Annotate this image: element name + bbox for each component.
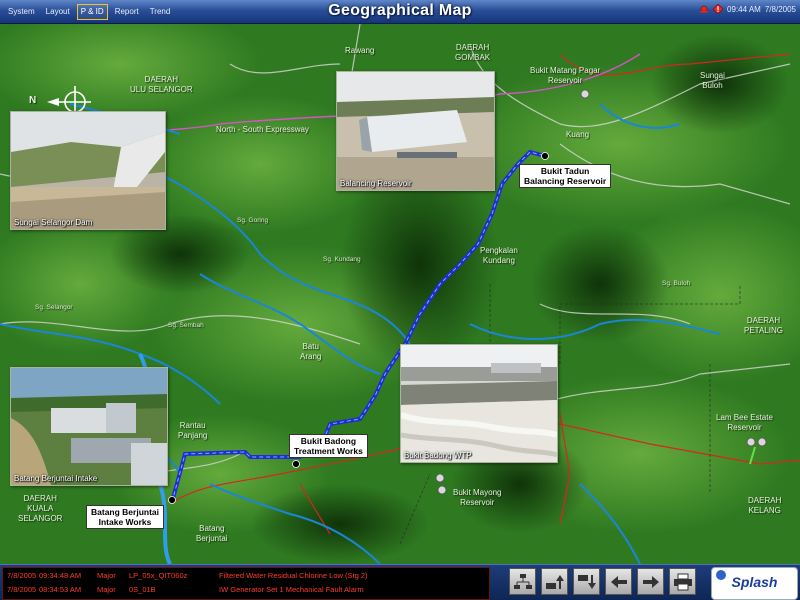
place-kuang: Kuang (566, 130, 590, 139)
bukit-badong-marker[interactable] (292, 460, 300, 468)
river-goring-label: Sg. Goring (237, 217, 269, 224)
area-petaling: DAERAH PETALING (744, 316, 783, 335)
alarm-summary-panel: 7/8/2005 09:34:48 AM Major LP_05x_QIT060… (2, 567, 490, 600)
overview-button[interactable] (509, 568, 536, 595)
alarm-date: 7/8/2005 (7, 571, 37, 580)
alarm-bell-icon[interactable] (699, 4, 709, 14)
sort-down-icon (578, 575, 596, 589)
alarm-tag: LP_05x_QIT060z (129, 571, 188, 580)
place-batu-arang: Batu Arang (300, 342, 322, 361)
place-pengkalan-kundang: Pengkalan Kundang (480, 246, 518, 265)
printer-icon (674, 573, 692, 591)
alarm-tag: 0S_01B (129, 585, 156, 594)
place-sungai-buloh: Sungai Buloh (700, 71, 725, 90)
photo-caption-wtp: Bukit Badong WTP (404, 451, 472, 460)
bukit-tadun-marker[interactable] (541, 152, 549, 160)
forward-button[interactable] (637, 568, 664, 595)
photo-caption-dam: Sungai Selangor Dam (14, 218, 93, 227)
batang-berjuntai-marker[interactable] (168, 496, 176, 504)
place-rantau-panjang: Rantau Panjang (178, 421, 208, 440)
alarm-row[interactable]: 7/8/2005 08:34:53 AM Major 0S_01B IW Gen… (3, 584, 489, 596)
river-buloh-label: Sg. Buloh (662, 280, 691, 287)
river-kundang-label: Sg. Kundang (323, 256, 361, 263)
geographical-map: N DAERAH ULU SELANGOR DAERAH GOMBAK DAER… (0, 24, 800, 564)
station-batang-berjuntai-intake[interactable]: Batang Berjuntai Intake Works (86, 505, 165, 529)
photo-caption-balancing: Balancing Reservoir (340, 179, 412, 188)
photo-sungai-selangor-dam[interactable]: Sungai Selangor Dam (10, 111, 166, 230)
title-bar: System Layout P & ID Report Trend Geogra… (0, 0, 800, 24)
place-rawang: Rawang (345, 46, 375, 55)
photo-caption-intake: Batang Berjuntai Intake (14, 474, 98, 483)
back-button[interactable] (605, 568, 632, 595)
expressway-label: North - South Expressway (216, 125, 309, 134)
label-lam-bee-estate: Lam Bee Estate Reservoir (716, 413, 773, 432)
alarm-priority: Major (97, 585, 116, 594)
page-title: Geographical Map (328, 2, 472, 19)
alarm-date: 7/8/2005 (7, 585, 37, 594)
station-bukit-tadun[interactable]: Bukit Tadun Balancing Reservoir (519, 164, 612, 188)
arrow-right-icon (643, 576, 659, 588)
intake-image (11, 368, 167, 485)
clock-time: 09:44 AM (727, 4, 761, 14)
splash-logo[interactable]: Splash (711, 567, 798, 600)
alarm-priority: Major (97, 571, 116, 580)
label-bukit-mayong: Bukit Mayong Reservoir (453, 488, 502, 507)
clock-date: 7/8/2005 (764, 4, 796, 14)
area-kuala-selangor: DAERAH KUALA SELANGOR (18, 494, 63, 523)
balancing-reservoir-image (337, 72, 494, 190)
place-batang-berjuntai: Batang Berjuntai (196, 524, 228, 543)
river-sembah-label: Sg. Sembah (168, 322, 204, 329)
network-icon (514, 574, 532, 589)
alarm-description: IW Generator Set 1 Mechanical Fault Alar… (219, 585, 364, 594)
photo-batang-berjuntai-intake[interactable]: Batang Berjuntai Intake (10, 367, 168, 486)
alarm-acknowledge-icon[interactable] (713, 4, 724, 14)
photo-balancing-reservoir[interactable]: Balancing Reservoir (336, 71, 495, 191)
photo-bukit-badong-wtp[interactable]: Bukit Badong WTP (400, 344, 558, 463)
trend-down-button[interactable] (573, 568, 600, 595)
trend-up-button[interactable] (541, 568, 568, 595)
area-gombak: DAERAH GOMBAK (455, 43, 491, 62)
alarm-time: 08:34:53 AM (39, 585, 82, 594)
status-area: 09:44 AM 7/8/2005 (699, 4, 796, 14)
alarm-time: 09:34:48 AM (39, 571, 82, 580)
area-ulu-selangor: DAERAH ULU SELANGOR (130, 75, 193, 94)
arrow-left-icon (611, 576, 627, 588)
river-selangor-label: Sg. Selangor (35, 304, 73, 311)
bottom-bar: 7/8/2005 09:34:48 AM Major LP_05x_QIT060… (0, 564, 800, 600)
station-bukit-badong[interactable]: Bukit Badong Treatment Works (289, 434, 368, 458)
scada-window: System Layout P & ID Report Trend Geogra… (0, 0, 800, 600)
dam-image (11, 112, 165, 229)
bukit-matang-pagar-reservoir-icon[interactable] (580, 89, 590, 99)
area-kelang: DAERAH KELANG (748, 496, 782, 515)
alarm-description: Filtered Water Residual Chlorine Low (St… (219, 571, 368, 580)
sort-up-icon (546, 575, 564, 589)
label-bukit-matang-pagar: Bukit Matang Pagar Reservoir (530, 66, 601, 85)
print-button[interactable] (669, 568, 696, 595)
compass-north-label: N (29, 95, 37, 106)
alarm-row[interactable]: 7/8/2005 09:34:48 AM Major LP_05x_QIT060… (3, 570, 489, 582)
splash-brand-text: Splash (731, 574, 778, 590)
wtp-image (401, 345, 557, 462)
